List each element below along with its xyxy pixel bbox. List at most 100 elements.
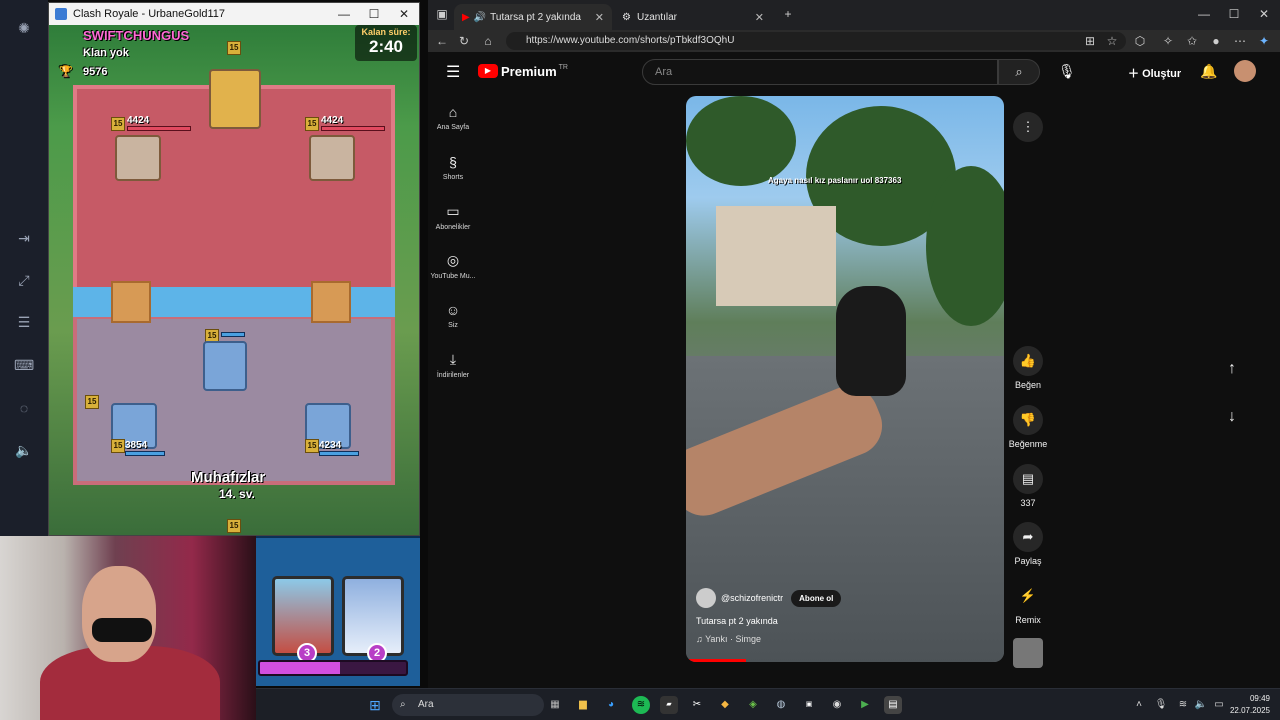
fullscreen-icon[interactable]: ⤢ xyxy=(14,270,34,290)
sidebar-item-home[interactable]: ⌂ Ana Sayfa xyxy=(428,104,478,131)
windows-start-icon[interactable]: ⊞ xyxy=(366,696,384,714)
taskbar-search[interactable]: ⌕ Ara xyxy=(392,694,544,716)
enemy-left-princess-tower[interactable] xyxy=(115,135,161,181)
sidebar-item-shorts[interactable]: § Shorts xyxy=(428,154,478,181)
wifi-icon[interactable]: ≋ xyxy=(1174,696,1192,714)
edge-icon[interactable]: ◕ xyxy=(602,696,620,714)
dislike-button[interactable]: 👎 Beğenme xyxy=(1006,405,1050,449)
search-button[interactable]: ⌕ xyxy=(998,59,1040,85)
tray-mic-icon[interactable]: 🎙 xyxy=(1152,696,1170,714)
tab-close-icon[interactable]: ✕ xyxy=(595,11,604,24)
enemy-left-tower-level: 15 xyxy=(111,117,125,131)
chat-icon[interactable]: ◌ xyxy=(14,398,34,418)
sidebar-item-you[interactable]: ☺ Siz xyxy=(428,302,478,329)
enemy-right-princess-tower[interactable] xyxy=(309,135,355,181)
home-icon[interactable]: ⌂ xyxy=(480,34,496,48)
tab-youtube[interactable]: ▶ 🔊 Tutarsa pt 2 yakında - YouTube ✕ xyxy=(454,4,612,30)
tab-extensions-title: Uzantılar xyxy=(636,11,677,23)
short-audio-label: Yankı · Simge xyxy=(705,634,761,644)
keyboard-icon[interactable]: ⌨ xyxy=(14,355,34,375)
taskbar-clock[interactable]: 09:49 22.07.2025 xyxy=(1230,693,1270,717)
bluestacks-icon[interactable]: ◈ xyxy=(744,696,762,714)
obs-icon[interactable]: ◉ xyxy=(828,696,846,714)
short-audio[interactable]: ♫ Yankı · Simge xyxy=(696,634,761,644)
close-button[interactable]: ✕ xyxy=(389,3,419,25)
file-explorer-icon[interactable]: ▆ xyxy=(574,696,592,714)
hamburger-menu-icon[interactable]: ☰ xyxy=(446,62,460,82)
next-short-arrow-icon[interactable]: ↓ xyxy=(1228,408,1236,426)
youtube-logo[interactable]: ▶ Premium TR xyxy=(478,64,568,79)
previous-short-arrow-icon[interactable]: ↑ xyxy=(1228,360,1236,378)
profile-avatar-icon[interactable]: ● xyxy=(1208,34,1224,48)
youtube-search-input[interactable]: Ara xyxy=(642,59,998,85)
comments-button[interactable]: ▤ 337 xyxy=(1006,464,1050,508)
sidebar-item-youtube-music[interactable]: ◎ YouTube Mu... xyxy=(428,252,478,280)
tab-youtube-title: Tutarsa pt 2 yakında - YouTube xyxy=(490,11,582,23)
own-right-tower-hpbar xyxy=(319,451,359,456)
short-title[interactable]: Tutarsa pt 2 yakında xyxy=(696,616,778,626)
back-icon[interactable]: ← xyxy=(434,34,450,48)
settings-sliders-icon[interactable]: ☰ xyxy=(14,312,34,332)
subscribe-button[interactable]: Abone ol xyxy=(791,589,842,607)
window-close-button[interactable]: ✕ xyxy=(1256,7,1272,21)
channel-avatar[interactable] xyxy=(696,588,716,608)
more-options-button[interactable]: ⋮ xyxy=(1006,112,1050,146)
account-avatar[interactable] xyxy=(1234,60,1256,82)
game-app-icon[interactable]: ◆ xyxy=(716,696,734,714)
shorts-video-player[interactable]: Agaya nasıl kız paslanır uol 837363 @sch… xyxy=(686,96,1004,662)
voice-search-icon[interactable]: 🎙 xyxy=(1058,63,1076,80)
spotify-icon[interactable]: ≋ xyxy=(632,696,650,714)
card-hand: 3 2 xyxy=(256,536,420,686)
enemy-right-tower-level: 15 xyxy=(305,117,319,131)
card-ice-golem[interactable]: 2 xyxy=(342,576,404,663)
copilot-icon[interactable]: ✦ xyxy=(1256,34,1272,48)
volume-icon[interactable]: 🔈 xyxy=(1192,696,1210,714)
active-app-icon[interactable]: ▤ xyxy=(884,696,902,714)
tab-actions-icon[interactable]: ▣ xyxy=(434,7,450,21)
app-available-icon[interactable]: ⊞ xyxy=(1082,34,1098,48)
app-icon[interactable]: ▶ xyxy=(856,696,874,714)
sound-thumbnail[interactable] xyxy=(1006,638,1050,672)
steam-icon[interactable]: ◍ xyxy=(772,696,790,714)
capcut-icon[interactable]: ✂ xyxy=(688,696,706,714)
sidebar-item-subscriptions[interactable]: ▭ Abonelikler xyxy=(428,203,478,231)
create-button[interactable]: ＋ Oluştur xyxy=(1128,65,1181,81)
reload-icon[interactable]: ↻ xyxy=(456,34,472,48)
menu-dots-icon[interactable]: ⋯ xyxy=(1232,34,1248,48)
extensions-puzzle-icon[interactable]: ✧ xyxy=(1160,34,1176,48)
video-progress-bar[interactable] xyxy=(686,659,746,662)
favorite-star-icon[interactable]: ☆ xyxy=(1104,34,1120,48)
exit-icon[interactable]: ⇥ xyxy=(14,228,34,248)
download-icon: ⤓ xyxy=(449,351,457,367)
task-view-icon[interactable]: ▦ xyxy=(546,696,564,714)
channel-name[interactable]: @schizofrenictr xyxy=(721,593,783,603)
webcam-feed xyxy=(0,536,256,720)
remix-button[interactable]: ⚡ Remix xyxy=(1006,581,1050,625)
like-button[interactable]: 👍 Beğen xyxy=(1006,346,1050,390)
channel-row: @schizofrenictr Abone ol xyxy=(696,588,842,608)
card-arrows[interactable]: 3 xyxy=(272,576,334,663)
terminal-icon[interactable]: ▰ xyxy=(660,696,678,714)
battery-icon[interactable]: ▭ xyxy=(1210,696,1228,714)
browser-extension-icon[interactable]: ⬡ xyxy=(1132,34,1148,48)
window-minimize-button[interactable]: — xyxy=(1196,7,1212,21)
clock-date: 22.07.2025 xyxy=(1229,706,1270,715)
tab-close-icon[interactable]: ✕ xyxy=(755,11,764,24)
notifications-bell-icon[interactable]: 🔔 xyxy=(1200,63,1217,80)
tab-extensions[interactable]: ⚙ Uzantılar ✕ xyxy=(614,4,772,30)
window-maximize-button[interactable]: ☐ xyxy=(1226,7,1242,21)
sidebar-item-downloads[interactable]: ⤓ İndirilenler xyxy=(428,351,478,379)
tray-chevron-icon[interactable]: ˄ xyxy=(1130,696,1148,714)
epic-games-icon[interactable]: ▣ xyxy=(800,696,818,714)
minimize-button[interactable]: — xyxy=(329,3,359,25)
favorites-icon[interactable]: ✩ xyxy=(1184,34,1200,48)
volume-icon[interactable]: 🔈 xyxy=(14,440,34,460)
maximize-button[interactable]: ☐ xyxy=(359,3,389,25)
new-tab-button[interactable]: + xyxy=(780,7,796,21)
share-button[interactable]: ➦ Paylaş xyxy=(1006,522,1050,566)
game-arena[interactable]: SWIFTCHUNGUS Klan yok 🏆 9576 15 Kalan sü… xyxy=(49,25,419,535)
own-left-tower-hp: 3854 xyxy=(125,440,148,451)
url-field[interactable]: https://www.youtube.com/shorts/pTbkdf3OQ… xyxy=(506,32,1126,50)
enemy-king-tower[interactable] xyxy=(209,69,261,129)
remix-icon: ⚡ xyxy=(1019,588,1037,603)
